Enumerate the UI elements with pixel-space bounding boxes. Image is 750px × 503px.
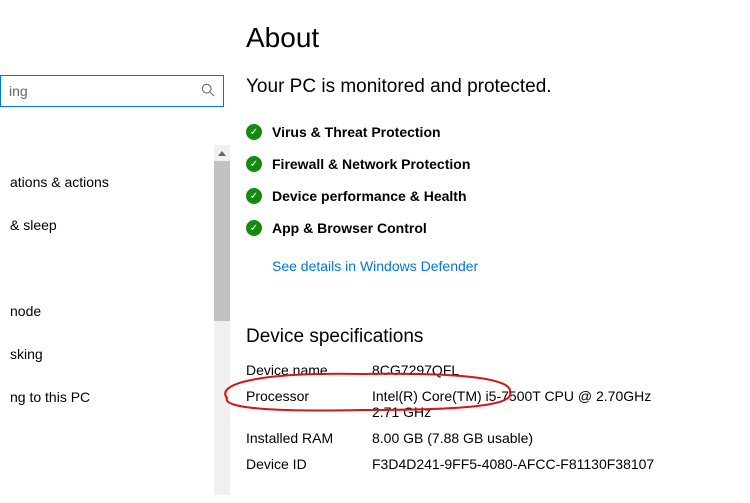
sidebar-item-label: ng to this PC <box>10 389 90 405</box>
pc-status: Your PC is monitored and protected. <box>246 76 750 98</box>
spec-value: 8.00 GB (7.88 GB usable) <box>372 430 692 456</box>
search-icon <box>201 83 215 100</box>
sidebar-item-multitasking[interactable]: sking <box>0 332 232 375</box>
table-row: Processor Intel(R) Core(TM) i5-7500T CPU… <box>246 388 692 430</box>
spec-value: F3D4D241-9FF5-4080-AFCC-F81130F38107 <box>372 456 692 482</box>
protection-label: Device performance & Health <box>272 188 467 204</box>
scrollbar-thumb[interactable] <box>214 161 230 321</box>
sidebar-scrollbar[interactable] <box>214 145 230 495</box>
scroll-up-arrow[interactable] <box>214 145 230 161</box>
defender-link[interactable]: See details in Windows Defender <box>272 258 750 274</box>
specs-title: Device specifications <box>246 326 750 348</box>
protection-item-app-browser: ✓ App & Browser Control <box>246 212 750 244</box>
table-row: Device name 8CG7297QFL <box>246 362 692 388</box>
check-icon: ✓ <box>246 156 262 172</box>
search-box[interactable] <box>0 75 224 107</box>
sidebar-item-tablet-mode[interactable]: node <box>0 289 232 332</box>
protection-label: App & Browser Control <box>272 220 427 236</box>
sidebar-item-power-sleep[interactable]: & sleep <box>0 203 232 246</box>
sidebar-item-label: node <box>10 303 41 319</box>
specs-table: Device name 8CG7297QFL Processor Intel(R… <box>246 362 692 482</box>
sidebar: ations & actions & sleep node sking ng t… <box>0 0 232 503</box>
protection-item-virus: ✓ Virus & Threat Protection <box>246 116 750 148</box>
table-row: Installed RAM 8.00 GB (7.88 GB usable) <box>246 430 692 456</box>
protection-item-firewall: ✓ Firewall & Network Protection <box>246 148 750 180</box>
check-icon: ✓ <box>246 220 262 236</box>
sidebar-item-notifications[interactable]: ations & actions <box>0 160 232 203</box>
spec-label: Installed RAM <box>246 430 372 456</box>
sidebar-item-label: sking <box>10 346 43 362</box>
protection-item-performance: ✓ Device performance & Health <box>246 180 750 212</box>
sidebar-item-label: ations & actions <box>10 174 109 190</box>
spec-value: 8CG7297QFL <box>372 362 692 388</box>
sidebar-item-label: & sleep <box>10 217 57 233</box>
protection-label: Virus & Threat Protection <box>272 124 441 140</box>
search-input[interactable] <box>9 83 201 99</box>
table-row: Device ID F3D4D241-9FF5-4080-AFCC-F81130… <box>246 456 692 482</box>
spec-label: Processor <box>246 388 372 430</box>
check-icon: ✓ <box>246 124 262 140</box>
main-content: About Your PC is monitored and protected… <box>232 0 750 503</box>
sidebar-list: ations & actions & sleep node sking ng t… <box>0 160 232 418</box>
protection-list: ✓ Virus & Threat Protection ✓ Firewall &… <box>246 116 750 244</box>
check-icon: ✓ <box>246 188 262 204</box>
spec-value: Intel(R) Core(TM) i5-7500T CPU @ 2.70GHz… <box>372 388 692 430</box>
protection-label: Firewall & Network Protection <box>272 156 470 172</box>
sidebar-item-projecting[interactable]: ng to this PC <box>0 375 232 418</box>
page-title: About <box>246 22 750 54</box>
spec-label: Device name <box>246 362 372 388</box>
spec-label: Device ID <box>246 456 372 482</box>
sidebar-item-unknown[interactable] <box>0 246 232 289</box>
